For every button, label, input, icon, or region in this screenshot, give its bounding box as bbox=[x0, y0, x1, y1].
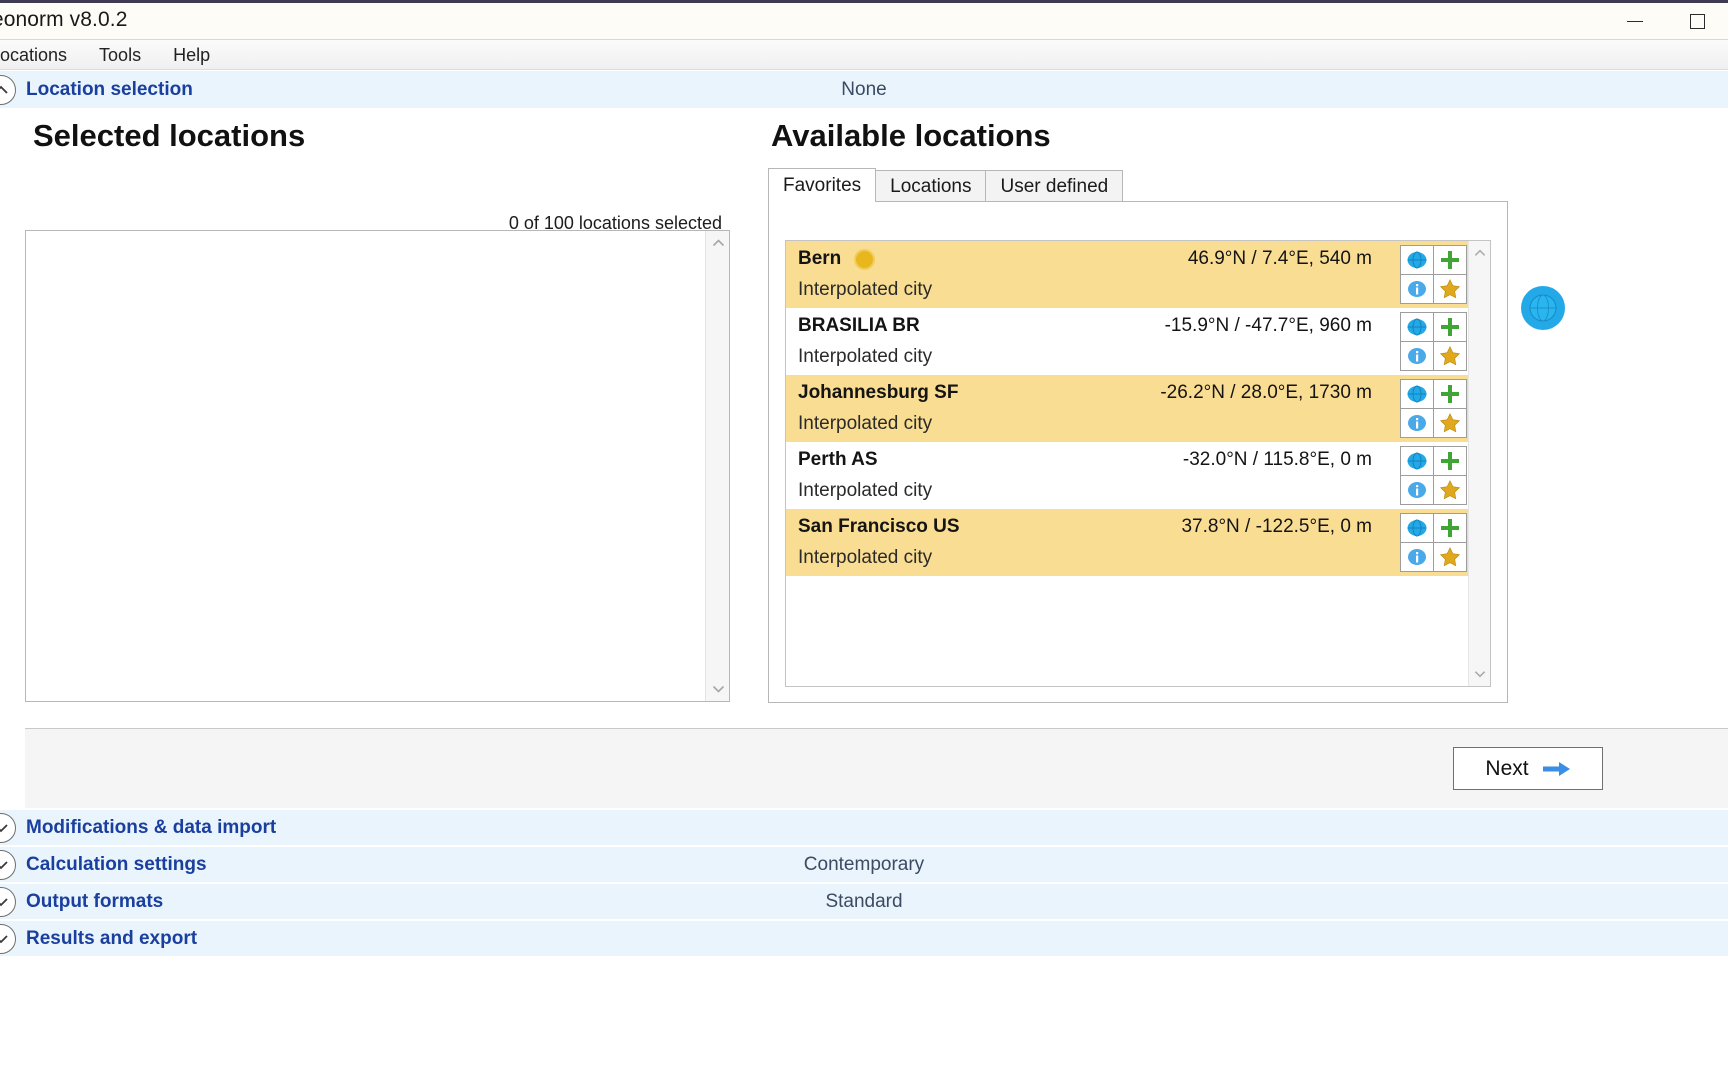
window-title: teonorm v8.0.2 bbox=[0, 8, 128, 31]
window-controls bbox=[1604, 3, 1728, 40]
section-value-location-selection: None bbox=[841, 78, 887, 100]
favorites-list[interactable]: Bern Interpolated city 46.9°N / 7.4°E, 540… bbox=[785, 240, 1491, 687]
location-selection-panel: Selected locations Available locations 0… bbox=[0, 108, 1728, 808]
maximize-button[interactable] bbox=[1666, 3, 1728, 40]
section-title-location-selection: Location selection bbox=[26, 78, 193, 100]
section-title-output-formats: Output formats bbox=[26, 890, 164, 912]
available-locations-box: Bern Interpolated city 46.9°N / 7.4°E, 540… bbox=[768, 201, 1508, 703]
section-title-results-export: Results and export bbox=[26, 927, 198, 949]
add-plus-icon[interactable] bbox=[1432, 378, 1467, 409]
location-name: San Francisco US bbox=[798, 516, 960, 537]
menu-item-locations[interactable]: ocations bbox=[0, 40, 83, 70]
info-icon[interactable] bbox=[1399, 407, 1434, 438]
section-title-modifications: Modifications & data import bbox=[26, 816, 277, 838]
chevron-up-icon bbox=[0, 74, 16, 105]
favorite-star-icon[interactable] bbox=[1432, 340, 1467, 371]
add-plus-icon[interactable] bbox=[1432, 244, 1467, 275]
globe-icon[interactable] bbox=[1399, 378, 1434, 409]
location-row[interactable]: Johannesburg SF Interpolated city -26.2°N … bbox=[786, 375, 1468, 442]
chevron-down-icon bbox=[0, 886, 16, 917]
info-icon[interactable] bbox=[1399, 541, 1434, 572]
chevron-down-icon bbox=[0, 923, 16, 954]
tab-favorites[interactable]: Favorites bbox=[768, 168, 877, 202]
next-button-label: Next bbox=[1485, 756, 1529, 780]
globe-icon bbox=[1529, 294, 1557, 322]
location-subtitle: Interpolated city bbox=[798, 346, 933, 367]
favorite-star-icon[interactable] bbox=[1432, 541, 1467, 572]
globe-icon[interactable] bbox=[1399, 445, 1434, 476]
minimize-icon bbox=[1627, 20, 1643, 23]
minimize-button[interactable] bbox=[1604, 3, 1666, 40]
location-name: Perth AS bbox=[798, 449, 878, 470]
section-value-calculation-settings: Contemporary bbox=[803, 853, 925, 875]
add-plus-icon[interactable] bbox=[1432, 445, 1467, 476]
scroll-down-icon[interactable] bbox=[1469, 662, 1490, 686]
info-icon[interactable] bbox=[1399, 273, 1434, 304]
tab-user-defined[interactable]: User defined bbox=[985, 170, 1124, 202]
row-action-icons bbox=[1399, 445, 1467, 505]
sun-icon bbox=[856, 251, 873, 268]
meteonorm-window: teonorm v8.0.2 ocations Tools Help Locat… bbox=[0, 0, 1728, 1080]
location-row[interactable]: San Francisco US Interpolated city 37.8°N … bbox=[786, 509, 1468, 576]
location-coordinates: 46.9°N / 7.4°E, 540 m bbox=[1187, 248, 1372, 269]
chevron-down-icon bbox=[0, 812, 16, 843]
scroll-up-icon[interactable] bbox=[1469, 241, 1490, 265]
info-icon[interactable] bbox=[1399, 474, 1434, 505]
scroll-down-icon[interactable] bbox=[706, 677, 730, 701]
available-locations-tabs: Favorites Locations User defined bbox=[768, 168, 1124, 202]
tab-locations[interactable]: Locations bbox=[875, 170, 987, 202]
menu-item-help[interactable]: Help bbox=[157, 40, 226, 70]
next-button[interactable]: Next bbox=[1453, 747, 1603, 790]
favorite-star-icon[interactable] bbox=[1432, 407, 1467, 438]
location-name: Bern bbox=[798, 248, 842, 269]
location-subtitle: Interpolated city bbox=[798, 547, 933, 568]
globe-icon[interactable] bbox=[1399, 244, 1434, 275]
section-header-modifications[interactable]: Modifications & data import bbox=[0, 808, 1728, 845]
location-row[interactable]: Bern Interpolated city 46.9°N / 7.4°E, 540… bbox=[786, 241, 1468, 308]
selected-list-scrollbar[interactable] bbox=[705, 231, 729, 701]
favorites-list-scrollbar[interactable] bbox=[1468, 241, 1490, 686]
location-row[interactable]: BRASILIA BR Interpolated city -15.9°N / -4… bbox=[786, 308, 1468, 375]
location-row[interactable]: Perth AS Interpolated city -32.0°N / 115.8… bbox=[786, 442, 1468, 509]
section-header-location-selection[interactable]: Location selection None bbox=[0, 70, 1728, 108]
location-subtitle: Interpolated city bbox=[798, 480, 933, 501]
available-locations-heading: Available locations bbox=[771, 118, 1051, 153]
location-subtitle: Interpolated city bbox=[798, 279, 933, 300]
location-name: Johannesburg SF bbox=[798, 382, 959, 403]
row-action-icons bbox=[1399, 311, 1467, 371]
row-action-icons bbox=[1399, 378, 1467, 438]
title-bar: teonorm v8.0.2 bbox=[0, 0, 1728, 40]
section-header-results-export[interactable]: Results and export bbox=[0, 919, 1728, 956]
selected-locations-list[interactable] bbox=[25, 230, 730, 702]
info-icon[interactable] bbox=[1399, 340, 1434, 371]
row-action-icons bbox=[1399, 244, 1467, 304]
panel-footer: Next bbox=[25, 728, 1728, 808]
row-action-icons bbox=[1399, 512, 1467, 572]
location-coordinates: 37.8°N / -122.5°E, 0 m bbox=[1181, 516, 1372, 537]
maximize-icon bbox=[1689, 14, 1705, 29]
section-header-output-formats[interactable]: Output formats Standard bbox=[0, 882, 1728, 919]
scroll-up-icon[interactable] bbox=[706, 231, 730, 255]
location-name: BRASILIA BR bbox=[798, 315, 920, 336]
add-plus-icon[interactable] bbox=[1432, 512, 1467, 543]
location-coordinates: -15.9°N / -47.7°E, 960 m bbox=[1164, 315, 1372, 336]
menu-item-tools[interactable]: Tools bbox=[83, 40, 157, 70]
chevron-down-icon bbox=[0, 849, 16, 880]
section-value-output-formats: Standard bbox=[825, 890, 903, 912]
arrow-right-icon bbox=[1542, 761, 1570, 776]
favorite-star-icon[interactable] bbox=[1432, 273, 1467, 304]
favorites-rows: Bern Interpolated city 46.9°N / 7.4°E, 540… bbox=[786, 241, 1468, 576]
menu-bar: ocations Tools Help bbox=[0, 40, 1728, 70]
globe-icon[interactable] bbox=[1399, 311, 1434, 342]
globe-icon[interactable] bbox=[1399, 512, 1434, 543]
selected-locations-heading: Selected locations bbox=[33, 118, 306, 153]
location-coordinates: -26.2°N / 28.0°E, 1730 m bbox=[1160, 382, 1372, 403]
section-title-calculation-settings: Calculation settings bbox=[26, 853, 207, 875]
location-subtitle: Interpolated city bbox=[798, 413, 933, 434]
location-coordinates: -32.0°N / 115.8°E, 0 m bbox=[1182, 449, 1372, 470]
open-map-button[interactable] bbox=[1521, 286, 1565, 330]
add-plus-icon[interactable] bbox=[1432, 311, 1467, 342]
section-header-calculation-settings[interactable]: Calculation settings Contemporary bbox=[0, 845, 1728, 882]
favorite-star-icon[interactable] bbox=[1432, 474, 1467, 505]
